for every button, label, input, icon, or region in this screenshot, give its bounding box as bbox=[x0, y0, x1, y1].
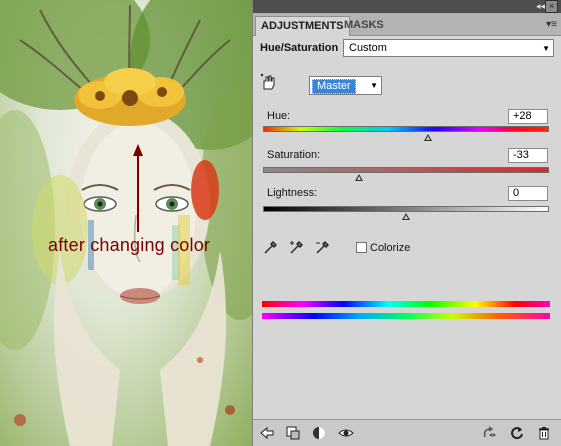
saturation-slider-thumb[interactable] bbox=[354, 174, 363, 181]
clip-layer-icon[interactable] bbox=[285, 425, 301, 441]
colorize-label: Colorize bbox=[370, 242, 411, 254]
hand-adjust-icon[interactable] bbox=[260, 73, 278, 91]
lightness-slider[interactable] bbox=[263, 206, 549, 212]
chevron-down-icon: ▼ bbox=[370, 81, 378, 90]
eyedropper-icon[interactable] bbox=[263, 239, 279, 255]
reset-icon[interactable] bbox=[509, 425, 525, 441]
lightness-input[interactable]: 0 bbox=[508, 186, 548, 201]
annotation-caption: after changing color bbox=[48, 235, 211, 255]
hue-input[interactable]: +28 bbox=[508, 109, 548, 124]
hue-label: Hue: bbox=[267, 110, 291, 122]
panel-tabs: ADJUSTMENTS MASKS ▾≡ bbox=[253, 13, 561, 36]
preset-value: Custom bbox=[349, 42, 387, 54]
saturation-label: Saturation: bbox=[267, 149, 321, 161]
lightness-slider-thumb[interactable] bbox=[402, 213, 410, 220]
adjustment-title: Hue/Saturation bbox=[260, 42, 339, 54]
saturation-slider[interactable] bbox=[263, 167, 549, 173]
artwork-image: after changing color bbox=[0, 0, 252, 446]
tab-adjustments[interactable]: ADJUSTMENTS bbox=[255, 16, 350, 36]
hue-slider-thumb[interactable] bbox=[424, 134, 433, 141]
panel-bottom-toolbar bbox=[253, 419, 561, 446]
artwork-graphic bbox=[0, 0, 252, 446]
panel-menu-icon[interactable]: ▾≡ bbox=[546, 19, 557, 30]
trash-icon[interactable] bbox=[536, 425, 552, 441]
channel-select[interactable]: Master ▼ bbox=[309, 76, 382, 95]
output-spectrum-bar bbox=[262, 313, 550, 319]
saturation-input[interactable]: -33 bbox=[508, 148, 548, 163]
eyedropper-subtract-icon[interactable] bbox=[315, 239, 331, 255]
layer-mask-icon[interactable] bbox=[311, 425, 327, 441]
preset-select[interactable]: Custom ▼ bbox=[343, 39, 554, 57]
close-icon[interactable]: × bbox=[545, 0, 558, 13]
hue-slider[interactable] bbox=[263, 126, 549, 132]
collapse-icon[interactable]: ◂◂ bbox=[536, 1, 545, 12]
input-spectrum-bar bbox=[262, 301, 550, 307]
visibility-eye-icon[interactable] bbox=[338, 425, 354, 441]
back-arrow-icon[interactable] bbox=[259, 425, 275, 441]
eyedropper-add-icon[interactable] bbox=[289, 239, 305, 255]
adjustments-panel: ◂◂ × ADJUSTMENTS MASKS ▾≡ Hue/Saturation… bbox=[252, 0, 561, 446]
chevron-down-icon: ▼ bbox=[542, 44, 550, 53]
tab-masks[interactable]: MASKS bbox=[339, 16, 389, 35]
panel-titlebar: ◂◂ × bbox=[253, 0, 561, 13]
channel-value: Master bbox=[312, 79, 356, 94]
view-previous-icon[interactable] bbox=[481, 425, 497, 441]
lightness-label: Lightness: bbox=[267, 187, 318, 199]
colorize-checkbox[interactable] bbox=[356, 242, 367, 253]
